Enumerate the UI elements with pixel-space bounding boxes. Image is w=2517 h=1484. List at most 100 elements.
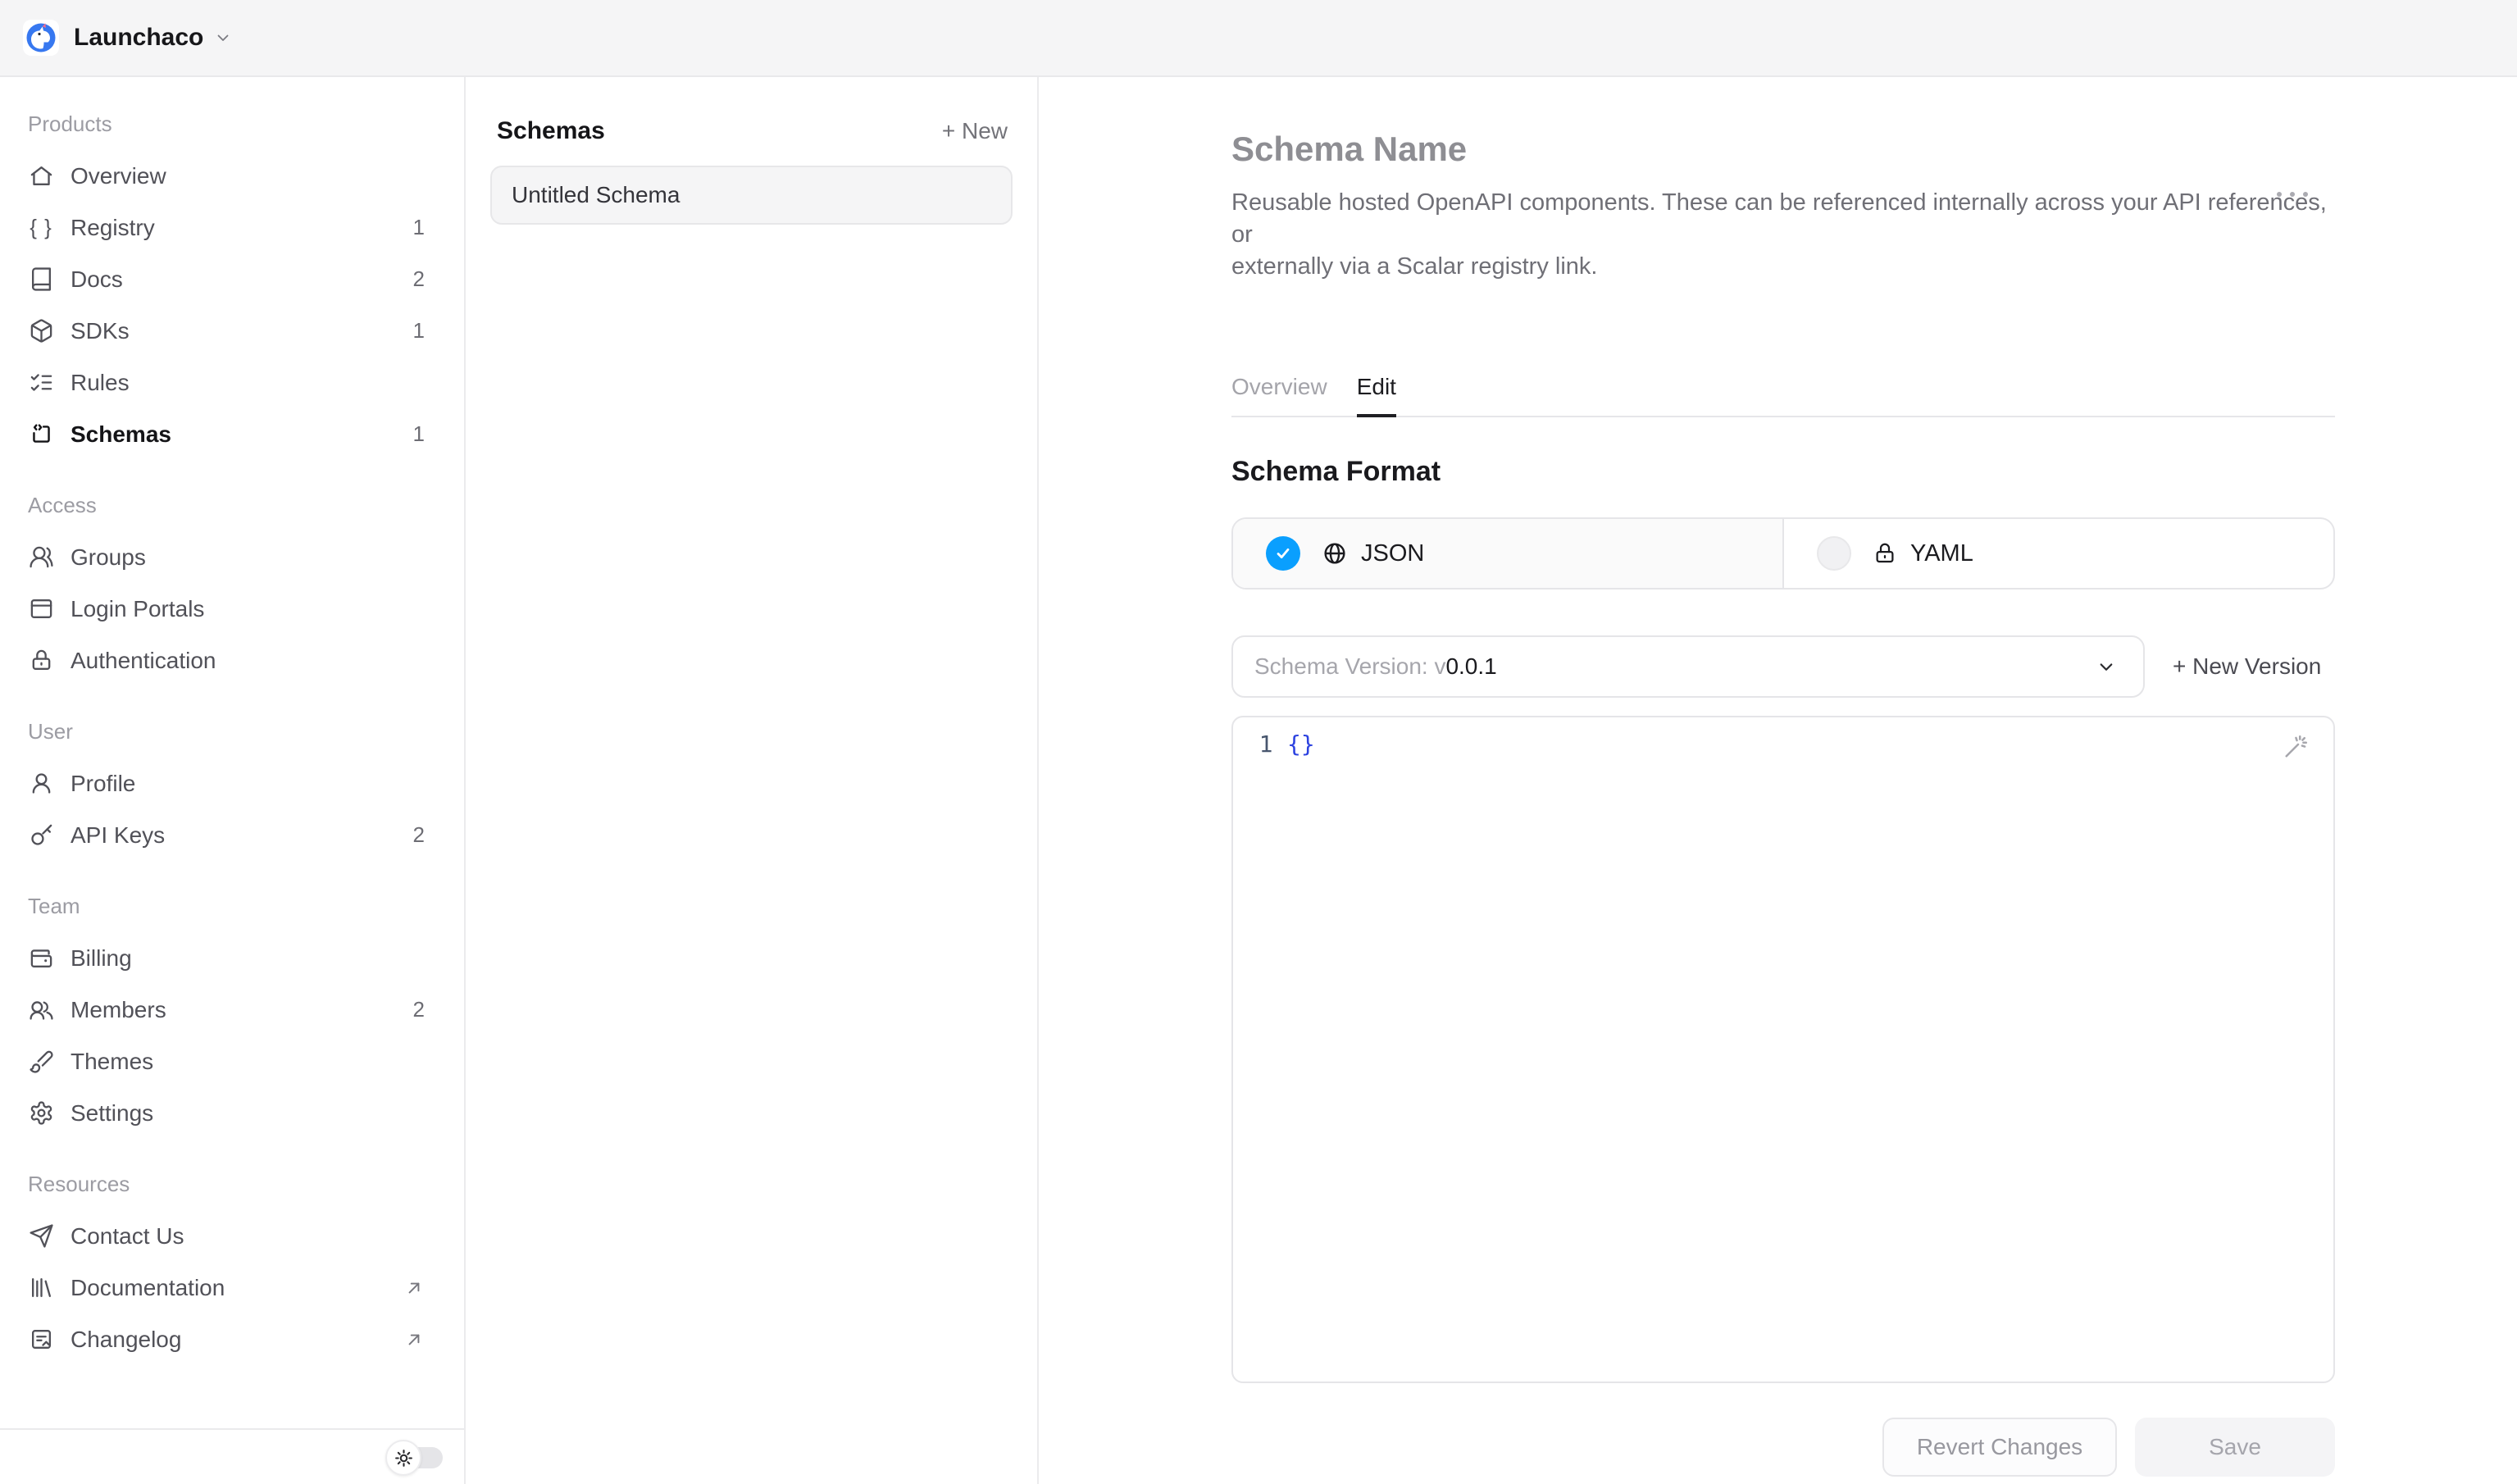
sidebar-item-label: Docs: [71, 266, 123, 293]
sidebar-item-rules[interactable]: Rules: [0, 357, 464, 408]
count-badge: 2: [413, 997, 425, 1022]
count-badge: 1: [413, 215, 425, 240]
schema-name-title[interactable]: Schema Name: [1231, 128, 2335, 171]
sidebar-item-label: Settings: [71, 1100, 153, 1127]
format-option-label: YAML: [1910, 540, 1973, 567]
sidebar-item-label: Documentation: [71, 1275, 225, 1301]
lock-icon: [28, 648, 54, 674]
format-option-json[interactable]: JSON: [1233, 519, 1784, 588]
sidebar-item-sdks[interactable]: SDKs 1: [0, 305, 464, 357]
package-icon: [28, 318, 54, 344]
external-link-icon: [403, 1329, 425, 1350]
sidebar-item-schemas[interactable]: Schemas 1: [0, 408, 464, 460]
window-icon: [28, 596, 54, 622]
count-badge: 2: [413, 822, 425, 848]
radio-checked-icon: [1266, 536, 1300, 571]
sidebar-item-themes[interactable]: Themes: [0, 1036, 464, 1087]
sidebar-item-api-keys[interactable]: API Keys 2: [0, 809, 464, 861]
globe-icon: [1322, 540, 1348, 567]
revert-changes-button[interactable]: Revert Changes: [1882, 1418, 2117, 1477]
workspace-name[interactable]: Launchaco: [74, 24, 203, 52]
schema-version-select[interactable]: Schema Version: v 0.0.1: [1231, 635, 2145, 698]
version-select-value: 0.0.1: [1445, 653, 1496, 680]
sidebar-item-label: Login Portals: [71, 596, 204, 622]
editor-code-content[interactable]: {}: [1287, 731, 1315, 758]
tab-overview[interactable]: Overview: [1231, 373, 1327, 417]
schema-format-heading: Schema Format: [1231, 457, 2335, 486]
sidebar-item-label: Registry: [71, 215, 155, 241]
schema-brackets-icon: [28, 421, 54, 448]
theme-toggle[interactable]: [385, 1440, 443, 1476]
workspace-chevron-down-icon[interactable]: [213, 28, 233, 48]
users-icon: [28, 997, 54, 1023]
schema-tabs: Overview Edit: [1231, 373, 2335, 417]
sidebar-item-label: Changelog: [71, 1327, 181, 1353]
paintbrush-icon: [28, 1049, 54, 1075]
schema-description: Reusable hosted OpenAPI components. Thes…: [1231, 187, 2335, 283]
section-label-products: Products: [0, 98, 464, 150]
chevron-down-icon: [2094, 654, 2119, 679]
users-round-icon: [28, 544, 54, 571]
schema-format-selector: JSON YAML: [1231, 517, 2335, 590]
sidebar-item-members[interactable]: Members 2: [0, 984, 464, 1036]
sidebar-item-label: Profile: [71, 771, 135, 797]
library-icon: [28, 1275, 54, 1301]
sidebar-item-settings[interactable]: Settings: [0, 1087, 464, 1139]
sidebar-item-overview[interactable]: Overview: [0, 150, 464, 202]
sidebar-item-label: API Keys: [71, 822, 165, 849]
format-wand-icon[interactable]: [2281, 732, 2310, 762]
format-option-yaml[interactable]: YAML: [1784, 519, 2333, 588]
section-label-access: Access: [0, 480, 464, 531]
launchaco-logo-icon[interactable]: [23, 20, 59, 56]
lock-icon: [1873, 541, 1897, 566]
sun-icon: [385, 1440, 421, 1476]
tab-edit[interactable]: Edit: [1357, 373, 1396, 417]
sidebar-item-label: Schemas: [71, 421, 171, 448]
more-options-button[interactable]: [2277, 192, 2308, 197]
home-icon: [28, 163, 54, 189]
list-checks-icon: [28, 370, 54, 396]
braces-icon: { }: [28, 215, 54, 241]
sidebar-item-groups[interactable]: Groups: [0, 531, 464, 583]
sidebar-item-label: Rules: [71, 370, 130, 396]
sidebar-item-documentation[interactable]: Documentation: [0, 1262, 464, 1313]
book-icon: [28, 266, 54, 293]
count-badge: 1: [413, 421, 425, 447]
new-schema-button[interactable]: + New: [942, 118, 1008, 144]
schemas-panel-title: Schemas: [497, 117, 605, 145]
wallet-icon: [28, 945, 54, 972]
editor-line-number: 1: [1233, 731, 1287, 758]
new-version-button[interactable]: + New Version: [2173, 653, 2321, 680]
sidebar-item-label: Overview: [71, 163, 166, 189]
sidebar-item-label: Billing: [71, 945, 132, 972]
sidebar-item-label: Groups: [71, 544, 146, 571]
sidebar-item-label: SDKs: [71, 318, 130, 344]
sidebar-item-label: Themes: [71, 1049, 153, 1075]
sidebar-item-profile[interactable]: Profile: [0, 758, 464, 809]
sidebar-item-authentication[interactable]: Authentication: [0, 635, 464, 686]
sidebar-item-login-portals[interactable]: Login Portals: [0, 583, 464, 635]
schemas-list-panel: Schemas + New Untitled Schema: [466, 77, 1039, 1484]
external-link-icon: [403, 1277, 425, 1299]
schema-detail-panel: Schema Name Reusable hosted OpenAPI comp…: [1039, 77, 2517, 1484]
user-icon: [28, 771, 54, 797]
schema-list-item[interactable]: Untitled Schema: [490, 166, 1013, 225]
sidebar-item-changelog[interactable]: Changelog: [0, 1313, 464, 1365]
sidebar-item-billing[interactable]: Billing: [0, 932, 464, 984]
section-label-team: Team: [0, 881, 464, 932]
version-select-prefix: Schema Version: v: [1254, 653, 1445, 680]
sidebar: Products Overview { } Registry 1 Docs 2 …: [0, 77, 466, 1484]
count-badge: 1: [413, 318, 425, 344]
sidebar-item-label: Members: [71, 997, 166, 1023]
count-badge: 2: [413, 266, 425, 292]
sidebar-item-docs[interactable]: Docs 2: [0, 253, 464, 305]
schema-code-editor[interactable]: 1 {}: [1231, 716, 2335, 1383]
save-button[interactable]: Save: [2135, 1418, 2335, 1477]
changelog-note-icon: [28, 1327, 54, 1353]
sidebar-item-contact-us[interactable]: Contact Us: [0, 1210, 464, 1262]
send-icon: [28, 1223, 54, 1250]
section-label-user: User: [0, 706, 464, 758]
format-option-label: JSON: [1361, 540, 1424, 567]
schema-item-name: Untitled Schema: [512, 182, 680, 208]
sidebar-item-registry[interactable]: { } Registry 1: [0, 202, 464, 253]
